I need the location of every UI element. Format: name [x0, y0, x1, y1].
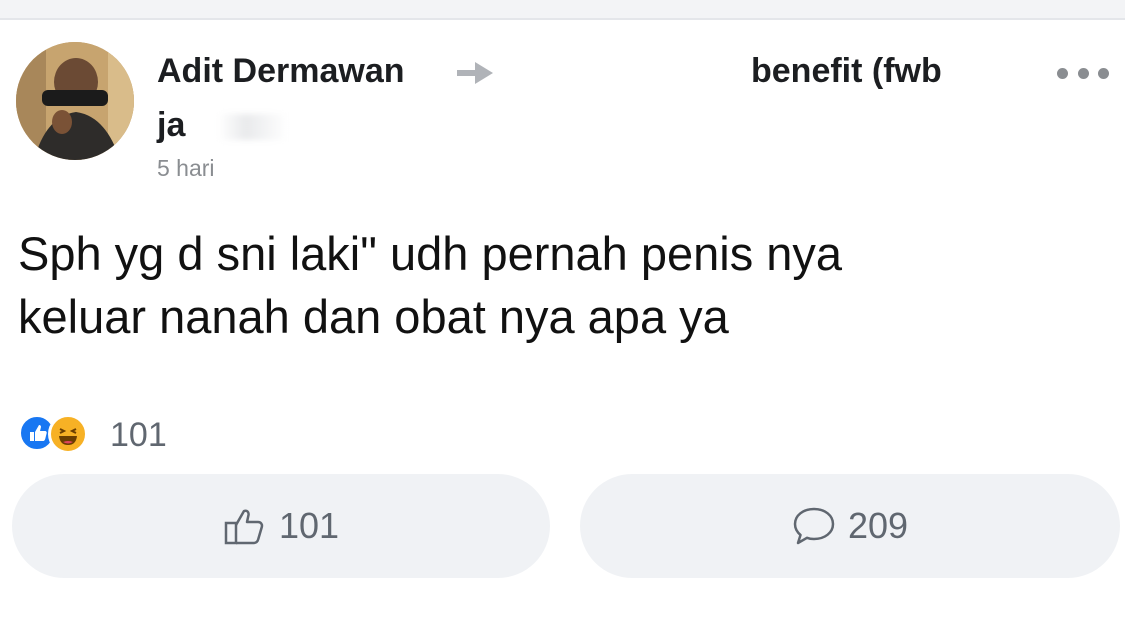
- top-divider: [0, 0, 1125, 20]
- like-count: 101: [278, 505, 340, 546]
- dot-icon: [1077, 67, 1089, 79]
- post-body: Sph yg d sni laki" udh pernah penis nya …: [18, 222, 1118, 348]
- reaction-count: 101: [110, 416, 167, 454]
- thumbs-up-icon: [224, 509, 264, 545]
- like-button[interactable]: 101: [12, 474, 550, 578]
- post-text-line: keluar nanah dan obat nya apa ya: [18, 290, 729, 343]
- post-timestamp[interactable]: 5 hari: [157, 155, 215, 182]
- bottom-divider: [0, 604, 1125, 627]
- more-options-button[interactable]: [1057, 60, 1109, 86]
- redaction-blur: [218, 114, 288, 140]
- comment-icon: [793, 507, 835, 545]
- haha-reaction-icon: [48, 414, 88, 454]
- redaction-blur: [500, 58, 730, 92]
- dot-icon: [1098, 67, 1109, 79]
- comment-count: 209: [847, 505, 909, 546]
- author-name[interactable]: Adit Dermawan: [157, 52, 405, 91]
- arrow-right-icon: [457, 62, 493, 84]
- comment-button[interactable]: 209: [580, 474, 1120, 578]
- avatar[interactable]: [16, 42, 134, 160]
- group-name-fragment[interactable]: benefit (fwb: [751, 52, 942, 91]
- dot-icon: [1057, 67, 1068, 79]
- reaction-summary[interactable]: 101: [18, 412, 318, 456]
- post-text-line: Sph yg d sni laki" udh pernah penis nya: [18, 227, 843, 280]
- group-name-fragment-2[interactable]: ja: [157, 106, 185, 145]
